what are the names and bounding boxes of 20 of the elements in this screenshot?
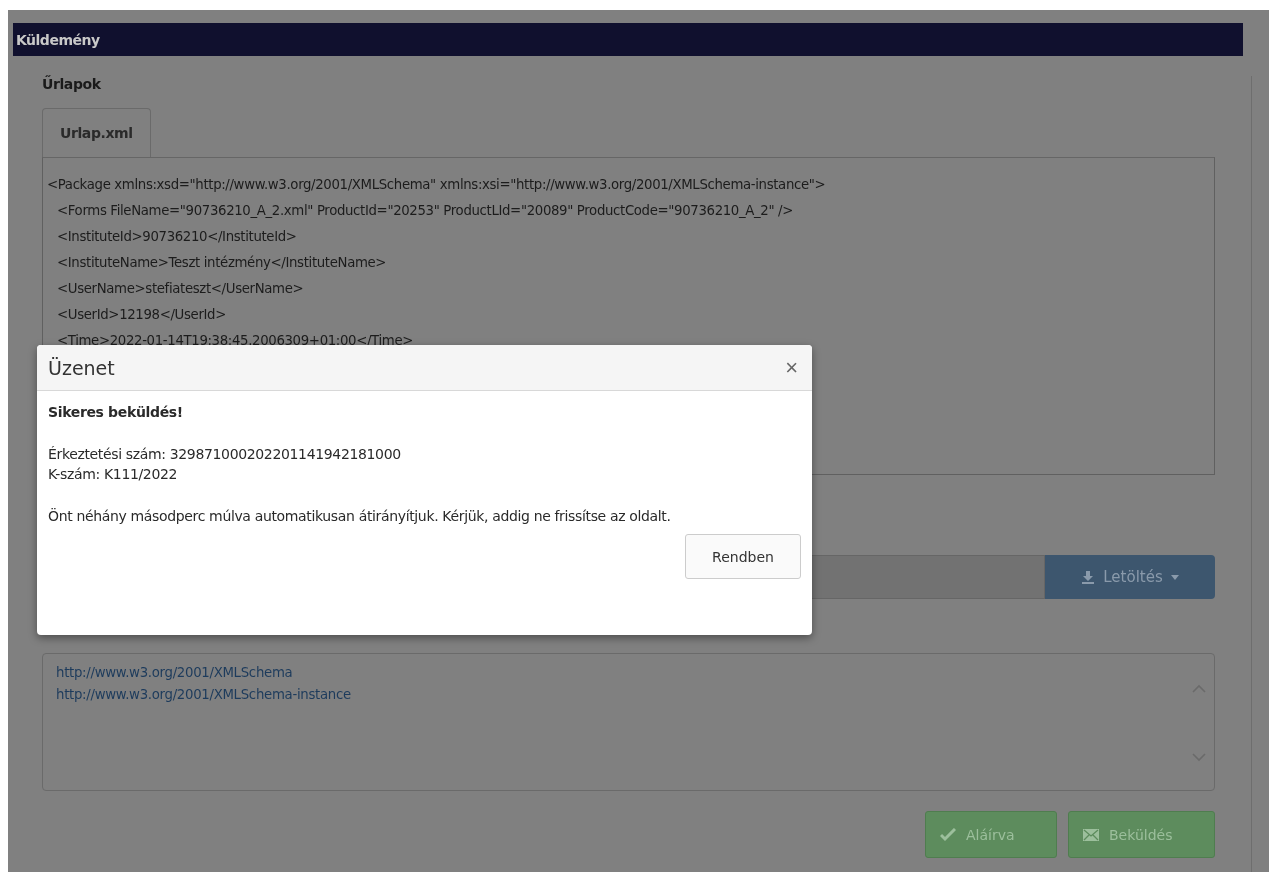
detail-line: K-szám: K111/2022 (48, 465, 179, 484)
close-button[interactable]: × (781, 356, 802, 379)
xml-line: <UserName>stefiateszt</UserName> (56, 280, 305, 298)
download-button[interactable]: Letöltés (1045, 555, 1215, 599)
namespace-item: http://www.w3.org/2001/XMLSchema-instance (56, 686, 352, 704)
window-title: Küldemény (16, 31, 100, 48)
detail-line: Érkeztetési szám: 329871000202201141942181000 (48, 445, 402, 464)
section-title: Űrlapok (42, 76, 102, 94)
xml-line: <InstituteId>90736210</InstituteId> (56, 228, 298, 246)
xml-line: <Forms FileName="90736210_A_2.xml" ProductId="20253" ProductLId="20089" ProductCode="90736210_A_2" /> (56, 202, 794, 220)
xml-line: <Package xmlns:xsd="http://www.w3.org/2001/XMLSchema" xmlns:xsi="http://www.w3.org/2001/XMLSchema-instance"> (47, 176, 827, 194)
xml-line: <InstituteName>Teszt intézmény</InstituteName> (56, 254, 388, 272)
redirect-message: Önt néhány másodperc múlva automatikusan átirányítjuk. Kérjük, addig ne frissítse az oldalt. (48, 507, 672, 526)
xml-line: <UserId>12198</UserId> (56, 306, 227, 324)
dialog-title: Üzenet (48, 356, 115, 379)
success-heading: Sikeres beküldés! (48, 403, 184, 422)
namespace-item: http://www.w3.org/2001/XMLSchema (56, 664, 294, 682)
tab[interactable]: Urlap.xml (42, 108, 151, 157)
ok-button[interactable]: Rendben (685, 534, 801, 579)
xml-line: <Time>2022-01-14T19:38:45.2006309+01:00</Time> (56, 332, 415, 350)
